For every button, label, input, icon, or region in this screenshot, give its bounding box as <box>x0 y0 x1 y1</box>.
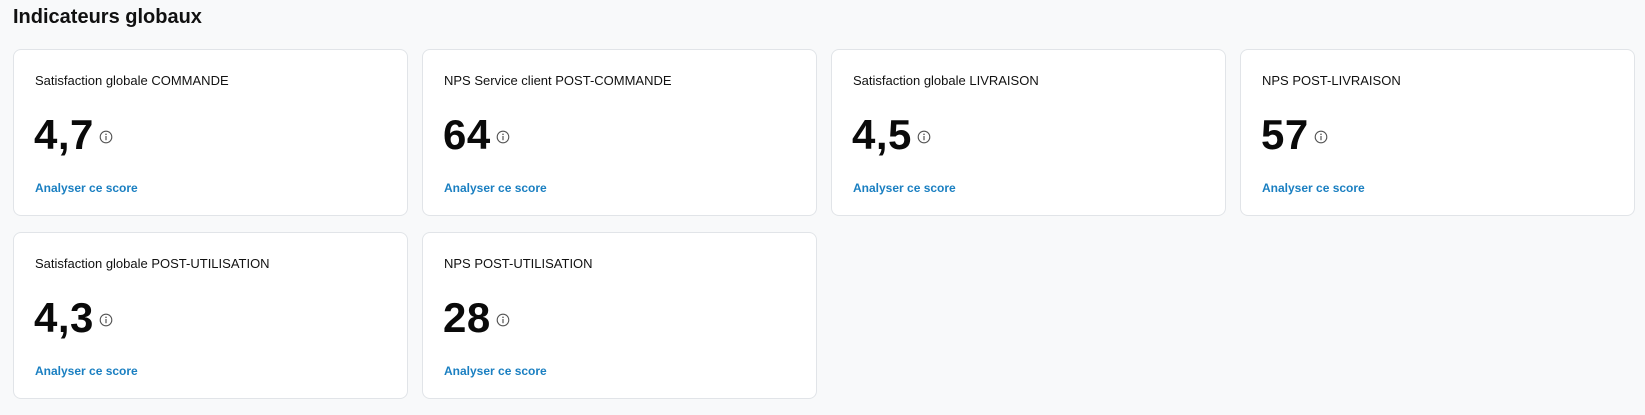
card-title: NPS Service client POST-COMMANDE <box>444 73 672 88</box>
score-row: 4,3 <box>34 297 113 339</box>
score-value: 57 <box>1261 111 1309 158</box>
indicators-grid: Satisfaction globale COMMANDE 4,7 Analys… <box>13 49 1636 399</box>
indicator-card-satisfaction-commande: Satisfaction globale COMMANDE 4,7 Analys… <box>13 49 408 216</box>
section-title: Indicateurs globaux <box>13 6 202 28</box>
info-icon[interactable] <box>496 313 510 327</box>
card-title: Satisfaction globale POST-UTILISATION <box>35 256 270 271</box>
info-icon[interactable] <box>496 130 510 144</box>
info-icon[interactable] <box>99 313 113 327</box>
card-title: Satisfaction globale LIVRAISON <box>853 73 1039 88</box>
score-value: 64 <box>443 111 491 158</box>
analyse-score-link[interactable]: Analyser ce score <box>853 181 956 195</box>
info-icon[interactable] <box>1314 130 1328 144</box>
info-icon[interactable] <box>917 130 931 144</box>
indicator-card-satisfaction-post-utilisation: Satisfaction globale POST-UTILISATION 4,… <box>13 232 408 399</box>
indicator-card-nps-post-livraison: NPS POST-LIVRAISON 57 Analyser ce score <box>1240 49 1635 216</box>
analyse-score-link[interactable]: Analyser ce score <box>35 181 138 195</box>
indicator-card-nps-service-client: NPS Service client POST-COMMANDE 64 Anal… <box>422 49 817 216</box>
analyse-score-link[interactable]: Analyser ce score <box>1262 181 1365 195</box>
score-value: 4,3 <box>34 294 94 341</box>
indicator-card-satisfaction-livraison: Satisfaction globale LIVRAISON 4,5 Analy… <box>831 49 1226 216</box>
analyse-score-link[interactable]: Analyser ce score <box>35 364 138 378</box>
score-value: 4,7 <box>34 111 94 158</box>
score-value: 4,5 <box>852 111 912 158</box>
page: Indicateurs globaux Satisfaction globale… <box>0 0 1645 415</box>
card-title: Satisfaction globale COMMANDE <box>35 73 229 88</box>
score-row: 4,7 <box>34 114 113 156</box>
score-value: 28 <box>443 294 491 341</box>
card-title: NPS POST-LIVRAISON <box>1262 73 1401 88</box>
indicator-card-nps-post-utilisation: NPS POST-UTILISATION 28 Analyser ce scor… <box>422 232 817 399</box>
info-icon[interactable] <box>99 130 113 144</box>
score-row: 28 <box>443 297 510 339</box>
score-row: 64 <box>443 114 510 156</box>
analyse-score-link[interactable]: Analyser ce score <box>444 364 547 378</box>
card-title: NPS POST-UTILISATION <box>444 256 593 271</box>
analyse-score-link[interactable]: Analyser ce score <box>444 181 547 195</box>
score-row: 4,5 <box>852 114 931 156</box>
score-row: 57 <box>1261 114 1328 156</box>
